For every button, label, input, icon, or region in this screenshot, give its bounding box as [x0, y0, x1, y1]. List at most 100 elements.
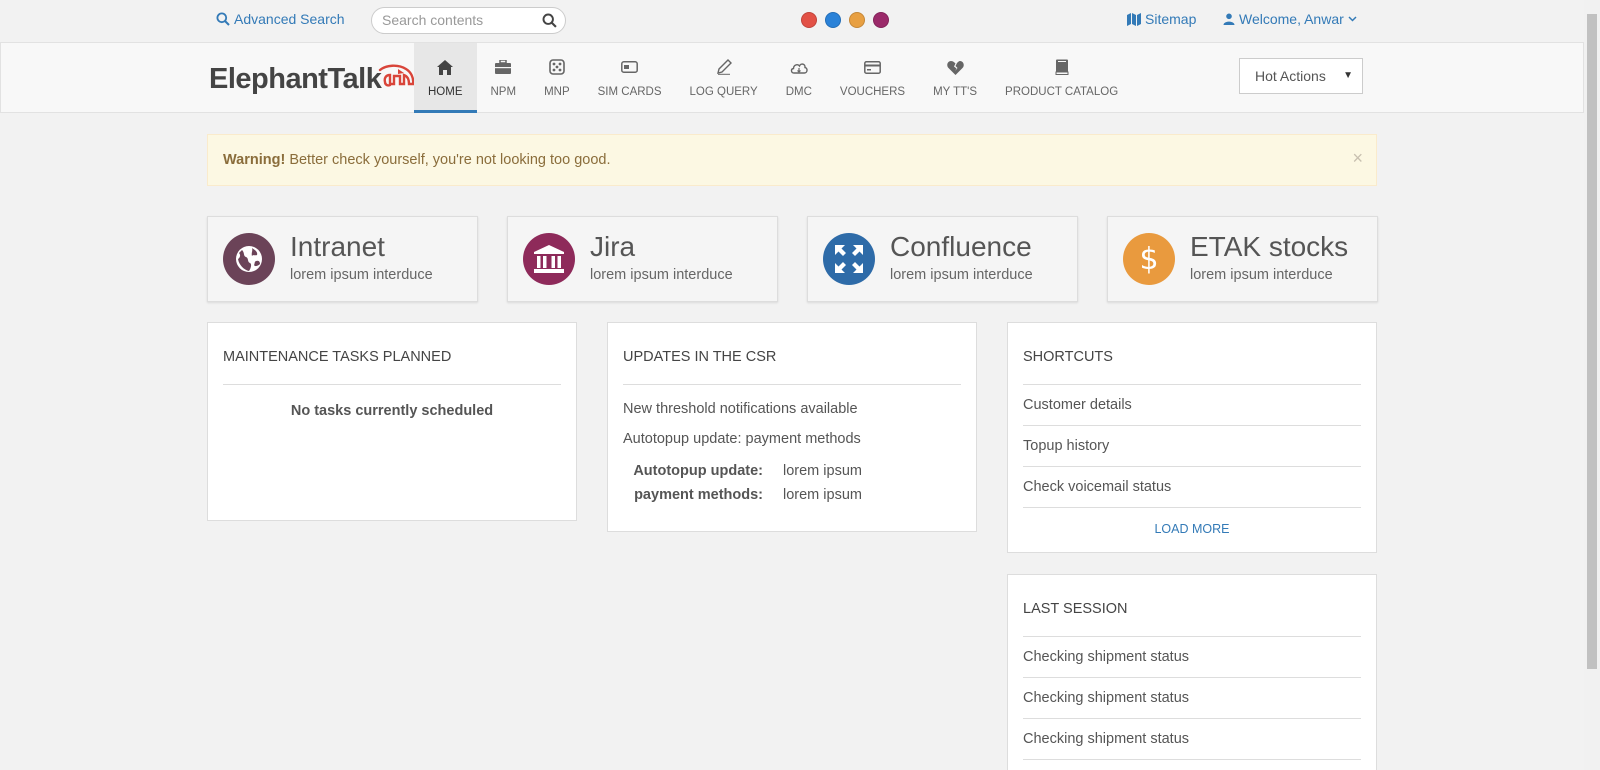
tile-etak-stocks[interactable]: $ ETAK stocks lorem ipsum interduce [1107, 216, 1378, 302]
nav-item-vouchers[interactable]: VOUCHERS [826, 43, 919, 113]
nav-item-log-query[interactable]: LOG QUERY [676, 43, 772, 113]
tile-title: Intranet [290, 231, 385, 262]
nav-item-my-tt-s[interactable]: MY TT'S [919, 43, 991, 113]
update-details: Autotopup update: lorem ipsum payment me… [623, 463, 862, 503]
theme-dot[interactable] [873, 12, 889, 28]
tile-jira[interactable]: Jira lorem ipsum interduce [507, 216, 778, 302]
nav-item-npm[interactable]: NPM [477, 43, 531, 113]
tile-subtitle: lorem ipsum interduce [590, 267, 733, 283]
warning-alert: Warning! Better check yourself, you're n… [207, 134, 1377, 186]
globe-icon [236, 246, 262, 272]
bank-icon [534, 245, 564, 273]
scrollbar-thumb[interactable] [1587, 14, 1597, 669]
briefcase-icon [495, 57, 512, 77]
hot-actions-select[interactable]: Hot Actions ▼ [1239, 58, 1363, 94]
dollar-icon: $ [1139, 241, 1159, 277]
elephanttalk-logo[interactable]: ElephantTalk [209, 63, 416, 96]
session-item[interactable]: Checking shipment status [1023, 637, 1361, 678]
pencil-icon [716, 57, 732, 77]
nav-item-label: DMC [785, 86, 812, 98]
nav-item-label: LOG QUERY [689, 86, 758, 98]
updates-panel: UPDATES IN THE CSR New threshold notific… [607, 322, 977, 532]
divider [623, 384, 961, 385]
book-icon [1055, 57, 1069, 77]
chevron-down-icon [1348, 16, 1357, 22]
expand-icon [835, 245, 863, 273]
nav-item-home[interactable]: HOME [414, 43, 477, 113]
user-menu[interactable]: Welcome, Anwar [1223, 11, 1357, 27]
nav-menu: HOME NPM MNP SIM CARDS LOG QUERY DMC VOUCHERS M… [414, 43, 1132, 113]
tile-subtitle: lorem ipsum interduce [890, 267, 1033, 283]
tile-subtitle: lorem ipsum interduce [290, 267, 433, 283]
session-item[interactable]: Checking shipment status [1023, 678, 1361, 719]
tile-title: ETAK stocks [1190, 231, 1349, 262]
detail-key: Autotopup update: [633, 463, 763, 479]
tile-subtitle: lorem ipsum interduce [1190, 267, 1333, 283]
divider [223, 384, 561, 385]
tile-title: Jira [590, 231, 636, 262]
shortcut-check-voicemail[interactable]: Check voicemail status [1023, 467, 1361, 508]
page-scrollbar[interactable] [1584, 0, 1600, 770]
search-box [371, 7, 566, 34]
map-icon [1127, 12, 1141, 26]
update-item: Autotopup update: payment methods [623, 431, 861, 447]
sim-card-icon [621, 57, 639, 77]
advanced-search-label: Advanced Search [234, 11, 345, 27]
shortcut-topup-history[interactable]: Topup history [1023, 426, 1361, 467]
panel-title: MAINTENANCE TASKS PLANNED [223, 349, 452, 365]
search-icon[interactable] [542, 13, 557, 31]
panel-title: UPDATES IN THE CSR [623, 349, 777, 365]
search-input[interactable] [382, 12, 532, 28]
home-icon [437, 57, 454, 77]
tile-confluence[interactable]: Confluence lorem ipsum interduce [807, 216, 1078, 302]
shortcut-customer-details[interactable]: Customer details [1023, 385, 1361, 426]
elephant-icon [379, 64, 415, 87]
theme-color-dots [801, 12, 889, 28]
logo-text: ElephantTalk [209, 63, 382, 95]
nav-item-label: PRODUCT CATALOG [1005, 86, 1119, 98]
panel-title: SHORTCUTS [1023, 349, 1113, 365]
main-navbar: ElephantTalk HOME NPM MNP SIM CARDS LOG QUER… [0, 42, 1584, 113]
alert-text: Better check yourself, you're not lookin… [285, 152, 611, 168]
session-item[interactable]: Checking shipment status [1023, 719, 1361, 760]
nav-item-mnp[interactable]: MNP [530, 43, 584, 113]
sitemap-link[interactable]: Sitemap [1127, 11, 1196, 27]
hot-actions-label: Hot Actions [1255, 68, 1326, 84]
welcome-label: Welcome, Anwar [1239, 11, 1344, 27]
shortcuts-panel: SHORTCUTS Customer details Topup history… [1007, 322, 1377, 553]
top-utility-bar: Advanced Search Sitemap Welcome, Anwar [0, 0, 1584, 42]
sitemap-label: Sitemap [1145, 11, 1197, 27]
search-icon [216, 12, 230, 26]
caret-down-icon: ▼ [1343, 70, 1353, 81]
user-icon [1223, 13, 1235, 25]
tile-icon-circle [823, 233, 875, 285]
load-more-link[interactable]: LOAD MORE [1008, 522, 1376, 536]
nav-item-label: HOME [428, 86, 463, 98]
nav-item-label: SIM CARDS [597, 86, 662, 98]
detail-value: lorem ipsum [783, 463, 862, 479]
nav-item-label: VOUCHERS [839, 86, 906, 98]
nav-item-label: MY TT'S [933, 86, 978, 98]
tile-title: Confluence [890, 231, 1032, 262]
cloud-icon [790, 57, 808, 77]
advanced-search-link[interactable]: Advanced Search [216, 11, 345, 27]
tile-icon-circle: $ [1123, 233, 1175, 285]
panel-title: LAST SESSION [1023, 601, 1128, 617]
nav-item-label: NPM [490, 86, 517, 98]
dice-icon [549, 57, 565, 77]
theme-dot[interactable] [849, 12, 865, 28]
close-icon[interactable]: × [1352, 148, 1363, 169]
nav-item-sim-cards[interactable]: SIM CARDS [584, 43, 676, 113]
detail-value: lorem ipsum [783, 487, 862, 503]
theme-dot[interactable] [801, 12, 817, 28]
detail-key: payment methods: [634, 487, 763, 503]
alert-strong: Warning! [223, 152, 286, 168]
nav-item-dmc[interactable]: DMC [772, 43, 826, 113]
update-item: New threshold notifications available [623, 401, 858, 417]
tile-icon-circle [523, 233, 575, 285]
broken-heart-icon [946, 57, 964, 77]
tile-intranet[interactable]: Intranet lorem ipsum interduce [207, 216, 478, 302]
empty-state: No tasks currently scheduled [290, 403, 494, 419]
theme-dot[interactable] [825, 12, 841, 28]
nav-item-product-catalog[interactable]: PRODUCT CATALOG [991, 43, 1132, 113]
